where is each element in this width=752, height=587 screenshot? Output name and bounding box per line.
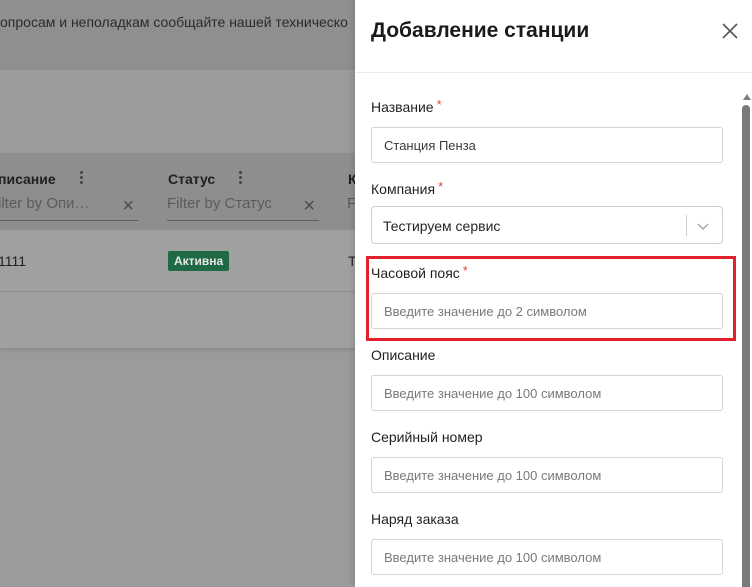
- filter-description-input[interactable]: ilter by Опи… ×: [0, 195, 138, 221]
- company-select[interactable]: Тестируем сервис: [371, 206, 723, 244]
- clear-icon[interactable]: ×: [303, 195, 315, 218]
- field-label: Серийный номер: [371, 429, 483, 445]
- scrollbar-thumb[interactable]: [742, 105, 750, 587]
- field-company: Компания * Тестируем сервис: [371, 179, 723, 244]
- field-name: Название *: [371, 97, 723, 163]
- highlight-box: [366, 256, 736, 341]
- serial-number-input[interactable]: [371, 457, 723, 493]
- required-marker: *: [438, 179, 444, 194]
- required-marker: *: [436, 97, 442, 112]
- field-label: Описание: [371, 347, 436, 363]
- chevron-down-icon[interactable]: [697, 220, 709, 232]
- notice-text: опросам и неполадкам сообщайте нашей тех…: [0, 14, 348, 30]
- close-button[interactable]: [721, 22, 739, 40]
- table-header: писание ilter by Опи… × Статус Filter by…: [0, 153, 357, 230]
- stations-table: писание ilter by Опи… × Статус Filter by…: [0, 153, 357, 348]
- order-input[interactable]: [371, 539, 723, 575]
- cell-description: 1111: [0, 253, 27, 269]
- column-menu-icon[interactable]: [80, 171, 84, 186]
- field-serial: Серийный номер: [371, 429, 723, 493]
- filter-placeholder: ilter by Опи…: [0, 195, 90, 212]
- filter-placeholder: Filter by Статус: [167, 195, 272, 212]
- notice-banner: опросам и неполадкам сообщайте нашей тех…: [0, 0, 356, 70]
- scrollbar[interactable]: [741, 82, 752, 587]
- field-label: Название *: [371, 97, 442, 115]
- description-input[interactable]: [371, 375, 723, 411]
- drawer-header: Добавление станции: [355, 0, 752, 73]
- field-label: Компания *: [371, 179, 444, 197]
- select-separator: [686, 215, 687, 236]
- filter-status-input[interactable]: Filter by Статус ×: [167, 195, 319, 221]
- field-label: Наряд заказа: [371, 511, 459, 527]
- close-icon: [722, 23, 738, 39]
- field-description: Описание: [371, 347, 723, 411]
- column-menu-icon[interactable]: [239, 171, 243, 186]
- status-badge: Активна: [168, 251, 230, 271]
- name-input[interactable]: [371, 127, 723, 163]
- column-title-status[interactable]: Статус: [168, 171, 215, 187]
- drawer-title: Добавление станции: [371, 19, 590, 42]
- table-row[interactable]: 1111 Активна Т: [0, 230, 357, 292]
- scroll-up-arrow-icon[interactable]: [743, 94, 751, 100]
- clear-icon[interactable]: ×: [122, 195, 134, 218]
- company-select-value: Тестируем сервис: [383, 218, 501, 234]
- column-title-description[interactable]: писание: [0, 171, 56, 187]
- field-order: Наряд заказа: [371, 511, 723, 575]
